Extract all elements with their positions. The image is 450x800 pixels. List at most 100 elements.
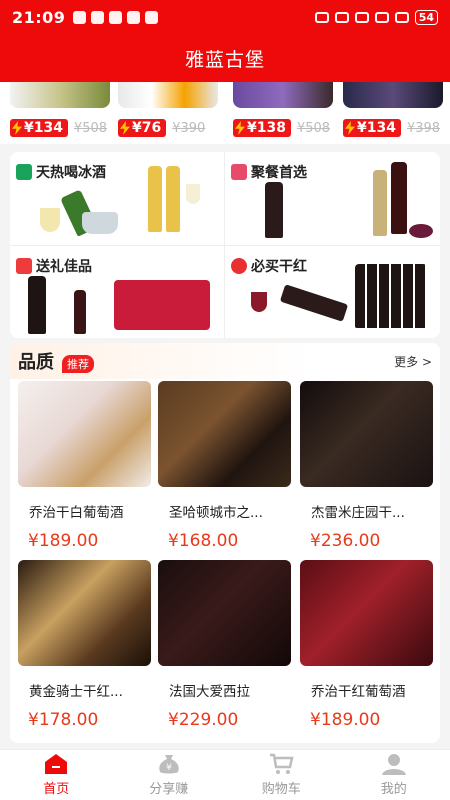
tab-share-earn[interactable]: ¥ 分享赚 (113, 750, 226, 800)
section-header: 品质 推荐 更多 > (10, 343, 440, 379)
glass-image (40, 208, 60, 232)
palm-tree-icon (16, 164, 32, 180)
section-title: 品质 (18, 352, 54, 373)
bottle-image (166, 166, 180, 232)
product-card[interactable]: 乔治干红葡萄酒 ¥189.00 (300, 560, 433, 730)
lightning-icon (345, 121, 355, 135)
notification-icons (73, 10, 159, 24)
bottle-image (28, 276, 46, 334)
ribbon-icon (231, 258, 247, 274)
app-header: 雅蓝古堡 (0, 34, 450, 82)
tab-cart[interactable]: 购物车 (225, 750, 338, 800)
original-price: ¥508 (73, 120, 108, 136)
flash-item[interactable]: ¥138 ¥508 (233, 82, 333, 144)
category-title: 送礼佳品 (36, 259, 92, 275)
category-dinner[interactable]: 聚餐首选 (225, 152, 439, 244)
tab-label: 我的 (380, 782, 407, 797)
sale-price: ¥76 (118, 119, 167, 137)
more-link[interactable]: 更多 > (394, 353, 432, 370)
sale-price: ¥134 (10, 119, 68, 137)
product-image (10, 82, 110, 108)
product-image (300, 560, 433, 666)
quality-section: 品质 推荐 更多 > 乔治干白葡萄酒 ¥189.00 圣哈顿城市之... ¥16… (10, 343, 440, 743)
cart-icon (270, 753, 294, 774)
category-gifts[interactable]: 送礼佳品 (10, 246, 224, 338)
gift-box-image (114, 280, 210, 330)
flash-item[interactable]: ¥76 ¥390 (118, 82, 218, 144)
nfc-icon (145, 10, 159, 24)
product-card[interactable]: 圣哈顿城市之... ¥168.00 (158, 381, 291, 551)
sale-price: ¥138 (233, 119, 291, 137)
product-card[interactable]: 法国大爱西拉 ¥229.00 (158, 560, 291, 730)
system-icons: 54 (314, 9, 438, 25)
product-price: ¥229.00 (168, 710, 239, 730)
bottle-image (373, 170, 387, 236)
product-price: ¥236.00 (310, 531, 381, 551)
product-name: 黄金骑士干红... (29, 684, 123, 700)
product-price: ¥168.00 (168, 531, 239, 551)
sale-price: ¥134 (343, 119, 401, 137)
bluetooth-icon (334, 11, 349, 23)
product-image (18, 560, 151, 666)
product-name: 乔治干白葡萄酒 (29, 505, 124, 521)
product-image (158, 560, 291, 666)
original-price: ¥508 (296, 120, 331, 136)
product-name: 法国大爱西拉 (169, 684, 250, 700)
product-name: 圣哈顿城市之... (169, 505, 263, 521)
flash-sale-strip: ¥134 ¥508 ¥76 ¥390 ¥138 ¥508 ¥134 ¥398 (0, 82, 450, 144)
lightning-icon (120, 121, 130, 135)
app-notification-icon (109, 10, 123, 24)
tab-label: 分享赚 (149, 782, 189, 797)
wifi-icon (354, 11, 369, 23)
page-title: 雅蓝古堡 (184, 48, 265, 71)
bottom-tab-bar: 首页 ¥ 分享赚 购物车 我的 (0, 749, 450, 800)
gift-icon (16, 258, 32, 274)
product-image (118, 82, 218, 108)
battery-icon: 54 (414, 9, 438, 25)
tab-mine[interactable]: 我的 (338, 750, 450, 800)
signal-icon (394, 11, 409, 23)
bottle-image (391, 162, 407, 234)
original-price: ¥390 (172, 120, 206, 136)
tab-label: 购物车 (261, 782, 301, 797)
category-red-wine[interactable]: 必买干红 (225, 246, 439, 338)
product-image (18, 381, 151, 487)
message-icon (91, 10, 105, 24)
product-card[interactable]: 杰雷米庄园干... ¥236.00 (300, 381, 433, 551)
bottle-image (279, 284, 349, 322)
product-card[interactable]: 乔治干白葡萄酒 ¥189.00 (18, 381, 151, 551)
bottles-image (355, 264, 427, 328)
category-ice-wine[interactable]: 天热喝冰酒 (10, 152, 224, 244)
status-time: 21:09 (12, 7, 66, 27)
user-icon (381, 754, 406, 775)
product-price: ¥189.00 (28, 531, 99, 551)
product-image (158, 381, 291, 487)
product-name: 杰雷米庄园干... (311, 505, 405, 521)
glass-image (186, 184, 200, 204)
flash-item[interactable]: ¥134 ¥398 (343, 82, 443, 144)
grapes-image (409, 224, 433, 238)
bottle-image (265, 182, 283, 238)
flash-item[interactable]: ¥134 ¥508 (10, 82, 110, 144)
signal-icon (374, 11, 389, 23)
product-card[interactable]: 黄金骑士干红... ¥178.00 (18, 560, 151, 730)
lightning-icon (12, 121, 22, 135)
glass-image (251, 292, 267, 312)
bottle-image (74, 290, 86, 334)
app-notification-icon (73, 10, 87, 24)
home-icon (45, 754, 68, 774)
category-title: 天热喝冰酒 (36, 165, 106, 181)
bottle-image (148, 166, 162, 232)
category-grid: 天热喝冰酒 聚餐首选 送礼佳品 必买干红 (10, 152, 440, 338)
svg-text:¥: ¥ (166, 763, 172, 773)
product-image (233, 82, 333, 108)
lightning-icon (235, 121, 245, 135)
tab-label: 首页 (43, 782, 70, 797)
original-price: ¥398 (406, 120, 441, 136)
alarm-icon (314, 11, 329, 23)
tab-home[interactable]: 首页 (0, 750, 113, 800)
category-title: 聚餐首选 (251, 165, 307, 181)
status-bar: 21:09 54 (0, 0, 450, 34)
wine-glasses-icon (231, 164, 247, 180)
wechat-icon (127, 10, 141, 24)
